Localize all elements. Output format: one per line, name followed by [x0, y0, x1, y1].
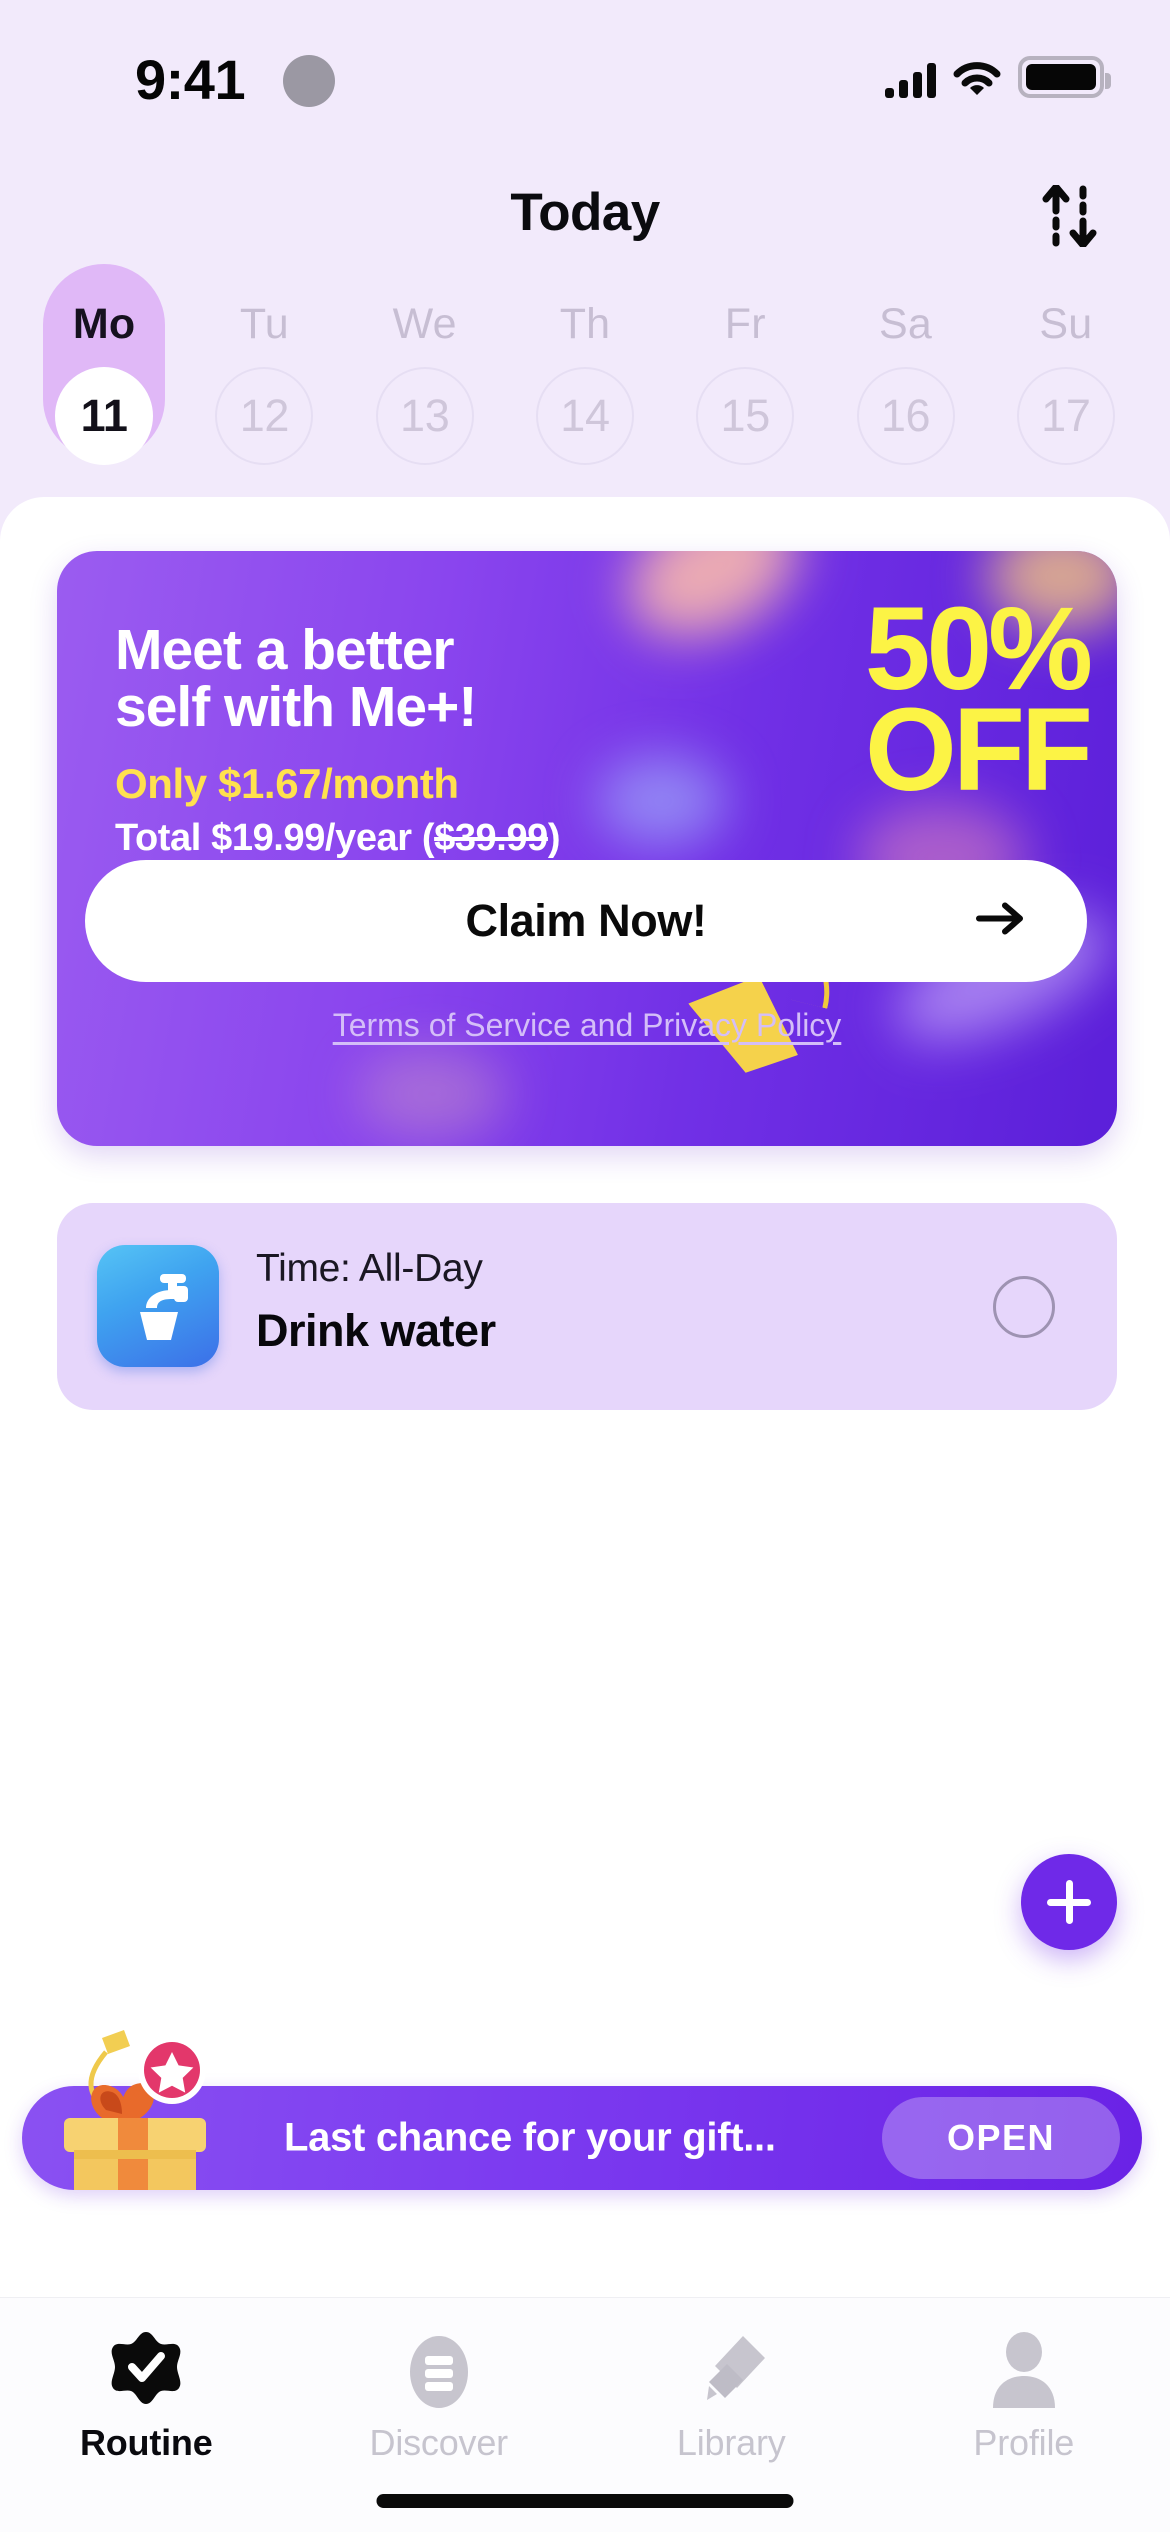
promo-banner[interactable]: Meet a better self with Me+! Only $1.67/… — [57, 551, 1117, 1146]
promo-headline: Meet a better self with Me+! — [115, 622, 645, 736]
task-checkbox[interactable] — [993, 1275, 1055, 1338]
day-number-label: 12 — [239, 390, 290, 441]
tab-discover-label: Discover — [369, 2422, 509, 2463]
gift-box-icon — [44, 2022, 224, 2190]
promo-headline-line1: Meet a better — [115, 618, 455, 682]
promo-discount-off: OFF — [865, 684, 1093, 817]
promo-old-price: $39.99 — [434, 817, 548, 859]
tab-profile-label: Profile — [973, 2422, 1075, 2463]
day-of-week-label: Th — [559, 300, 611, 348]
tab-library-label: Library — [676, 2422, 786, 2463]
day-cell-mo[interactable]: Mo 11 — [24, 264, 184, 500]
confetti-glow — [357, 1049, 507, 1139]
promo-total-price: Total $19.99/year ($39.99) — [115, 817, 561, 860]
tab-profile[interactable]: Profile — [878, 2298, 1170, 2532]
day-number-label: 14 — [560, 390, 610, 441]
status-bar-time: 9:41 — [135, 48, 246, 111]
dynamic-island-indicator — [283, 55, 335, 107]
task-card-drink-water[interactable]: Time: All-Day Drink water — [57, 1203, 1117, 1410]
tab-routine[interactable]: Routine — [0, 2298, 293, 2532]
bookmarks-diamond-icon — [689, 2326, 773, 2418]
water-faucet-icon — [97, 1245, 219, 1367]
day-of-week-label: Sa — [879, 300, 933, 348]
day-number-label: 16 — [880, 390, 931, 441]
battery-full-icon — [1018, 56, 1111, 98]
arrow-right-icon — [975, 899, 1027, 944]
day-cell-su[interactable]: Su 17 — [986, 278, 1146, 500]
app-screen: 9:41 Today Mo 11 Tu 12 We 13 Th 14 Fr 15… — [0, 0, 1170, 2532]
day-cell-fr[interactable]: Fr 15 — [665, 278, 825, 500]
person-icon — [987, 2326, 1061, 2418]
day-cell-tu[interactable]: Tu 12 — [184, 278, 344, 500]
day-cell-sa[interactable]: Sa 16 — [825, 278, 985, 500]
day-number-label: 15 — [720, 390, 771, 441]
day-of-week-label: Fr — [724, 300, 766, 348]
gift-open-button[interactable]: OPEN — [882, 2097, 1120, 2179]
gift-message-label: Last chance for your gift... — [284, 2115, 776, 2160]
day-number-circle: 15 — [696, 367, 795, 465]
gift-open-label: OPEN — [946, 2117, 1056, 2158]
day-number-circle: 16 — [856, 367, 955, 465]
home-indicator-bar — [376, 2494, 794, 2508]
day-number-circle: 13 — [375, 367, 474, 465]
claim-now-label: Claim Now! — [465, 895, 707, 946]
day-number-circle: 14 — [535, 367, 634, 465]
promo-total-suffix: ) — [547, 817, 561, 859]
status-bar-indicators — [885, 48, 1111, 98]
promo-total-prefix: Total $19.99/year ( — [115, 817, 435, 859]
page-title: Today — [510, 183, 660, 242]
day-number-circle: 11 — [55, 367, 154, 465]
day-number-label: 13 — [399, 390, 450, 441]
status-bar: 9:41 — [0, 0, 1170, 150]
promo-discount-badge: 50% OFF — [689, 590, 1093, 817]
add-task-fab[interactable] — [1021, 1854, 1117, 1950]
claim-now-button[interactable]: Claim Now! — [85, 860, 1087, 982]
week-day-strip: Mo 11 Tu 12 We 13 Th 14 Fr 15 Sa 16 Su 1… — [0, 264, 1170, 500]
day-of-week-label: Mo — [72, 300, 136, 348]
day-of-week-label: We — [392, 300, 457, 348]
gift-promo-banner[interactable]: Last chance for your gift... OPEN — [22, 2030, 1142, 2190]
day-number-circle: 12 — [215, 367, 314, 465]
day-number-label: 11 — [80, 390, 128, 441]
tab-routine-label: Routine — [79, 2422, 213, 2463]
day-number-label: 17 — [1041, 390, 1091, 441]
seal-check-icon — [107, 2326, 185, 2418]
terms-and-privacy-link[interactable]: Terms of Service and Privacy Policy — [57, 1007, 1117, 1044]
day-cell-th[interactable]: Th 14 — [505, 278, 665, 500]
task-title-label: Drink water — [256, 1305, 496, 1356]
day-of-week-label: Tu — [239, 300, 289, 348]
discover-list-icon — [404, 2326, 474, 2418]
cellular-signal-icon — [885, 62, 936, 98]
day-cell-we[interactable]: We 13 — [345, 278, 505, 500]
promo-monthly-price: Only $1.67/month — [115, 760, 459, 807]
promo-headline-line2: self with Me+! — [115, 675, 477, 739]
task-time-label: Time: All-Day — [256, 1247, 483, 1290]
header-bar: Today — [0, 160, 1170, 270]
day-number-circle: 17 — [1016, 367, 1115, 465]
sort-arrows-icon[interactable] — [1026, 178, 1114, 254]
day-of-week-label: Su — [1039, 300, 1093, 348]
wifi-icon — [953, 62, 1001, 98]
